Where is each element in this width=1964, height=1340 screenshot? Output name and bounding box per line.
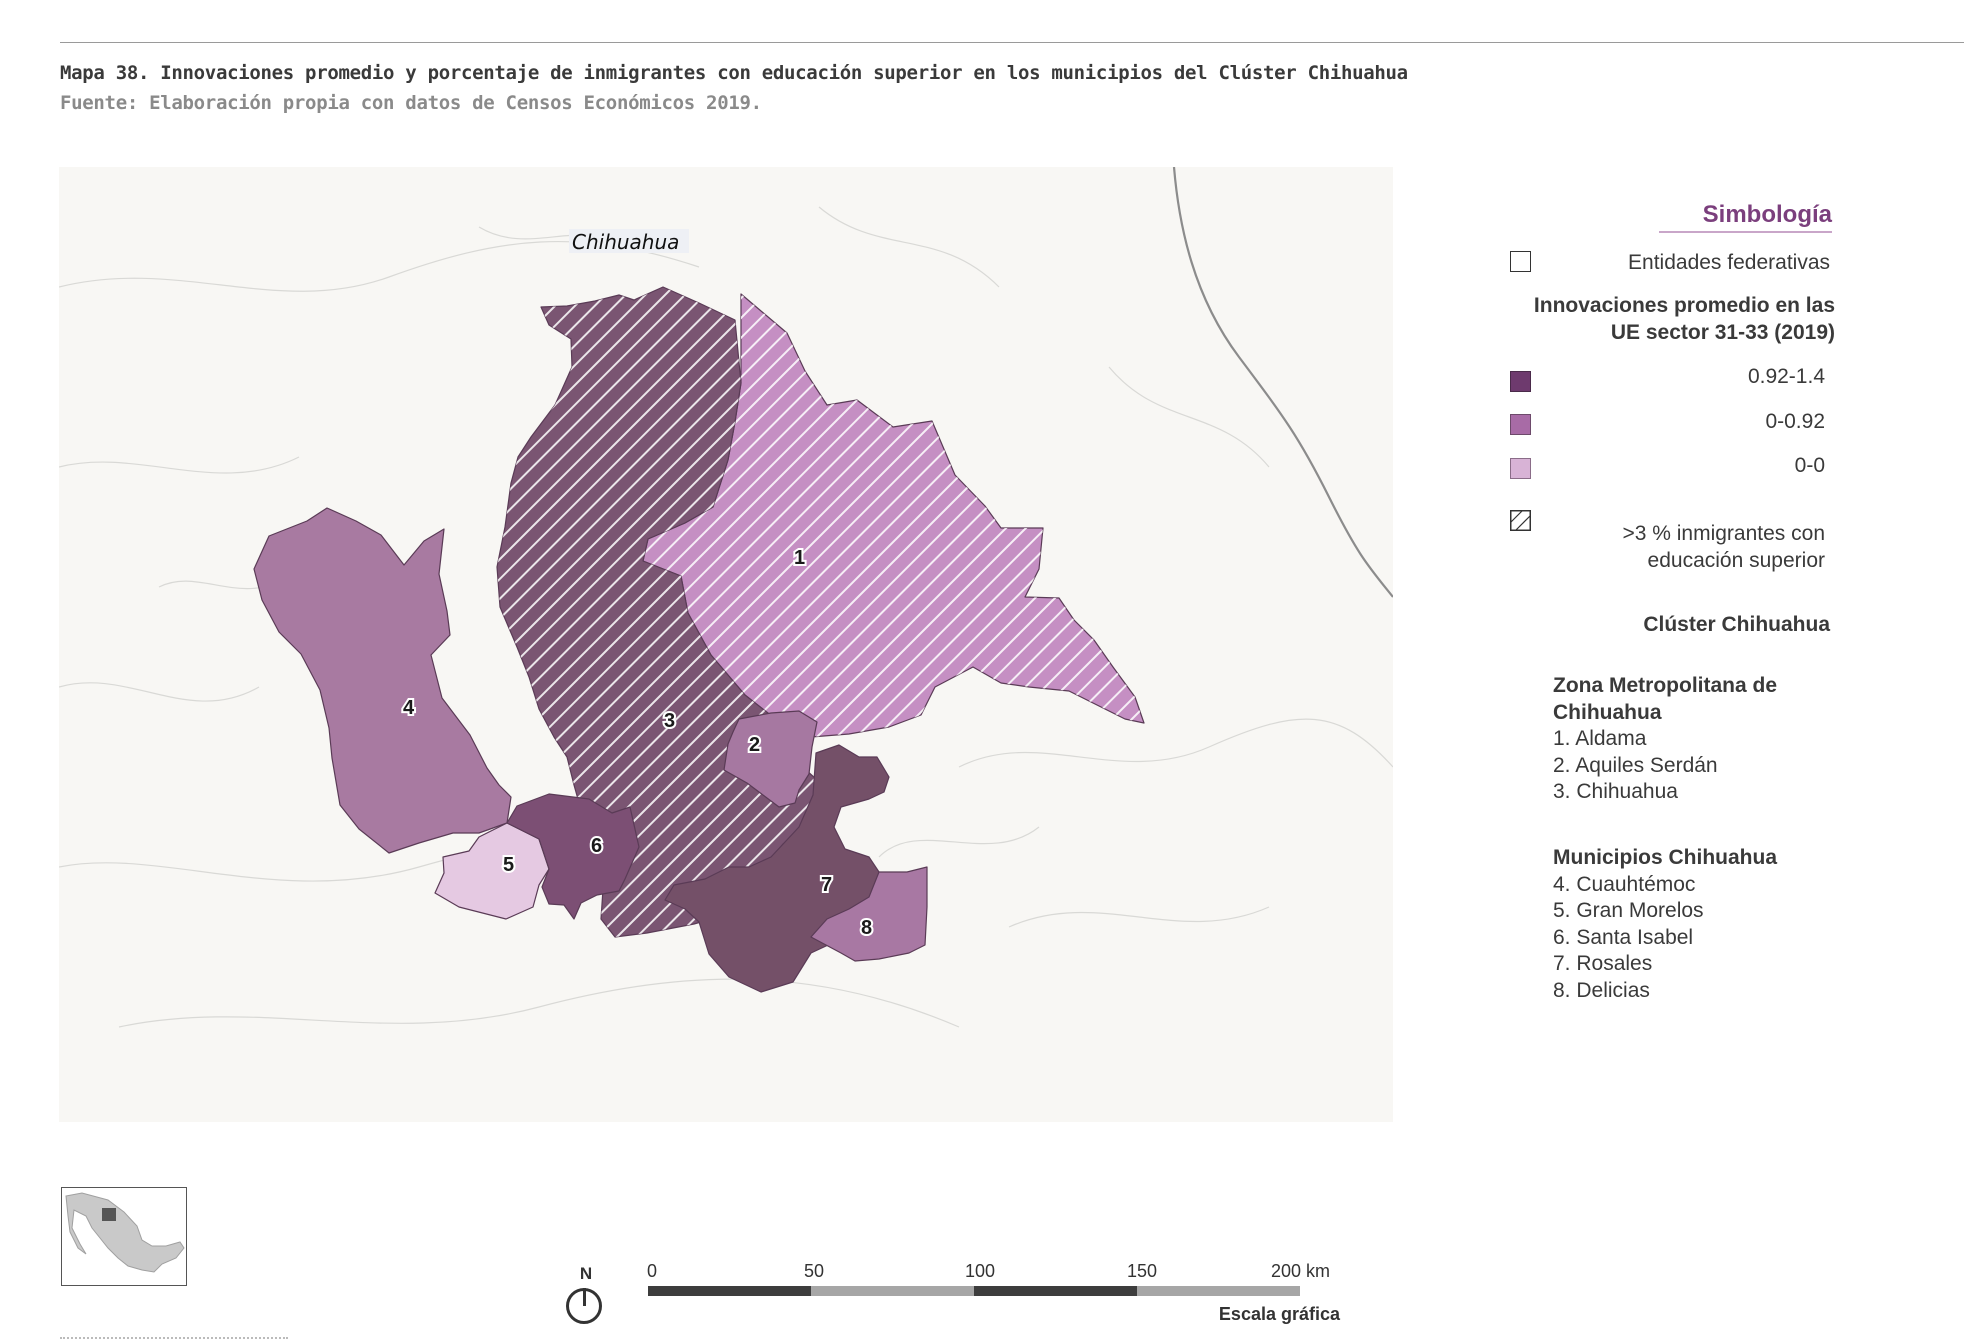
- scale-bar: 0 50 100 150 200 km Escala gráfica: [640, 1258, 1340, 1338]
- scale-tick-100: 100: [965, 1261, 996, 1281]
- map-label-4: 4: [403, 697, 415, 719]
- legend-innovaciones-heading: Innovaciones promedio en las UE sector 3…: [1533, 294, 1835, 344]
- legend-item: 5. Gran Morelos: [1553, 899, 1704, 922]
- scale-tick-50: 50: [804, 1261, 825, 1281]
- scale-tick-0: 0: [647, 1261, 658, 1281]
- scale-tick-200: 200 km: [1271, 1261, 1331, 1281]
- scale-tick-150: 150: [1127, 1261, 1158, 1281]
- legend-swatch-class-3: [1510, 458, 1531, 479]
- legend-item: 1. Aldama: [1553, 727, 1647, 750]
- map-label-6: 6: [591, 835, 602, 857]
- legend-swatch-entidades: [1510, 251, 1531, 272]
- map-title: Mapa 38. Innovaciones promedio y porcent…: [60, 62, 1408, 84]
- scale-segment: [974, 1286, 1137, 1296]
- legend-swatch-hatch: [1510, 510, 1531, 531]
- legend-item: 7. Rosales: [1553, 952, 1653, 975]
- legend-item: 2. Aquiles Serdán: [1553, 753, 1718, 777]
- scale-segment: [1137, 1286, 1300, 1296]
- legend-label-entidades: Entidades federativas: [1628, 251, 1830, 274]
- map-label-7: 7: [821, 874, 832, 896]
- footer-dotted-line: [60, 1337, 288, 1339]
- map-canvas: Chihuahua 1 2 3 4 5 6 7 8: [59, 167, 1393, 1122]
- legend-title: Simbología: [1658, 201, 1832, 233]
- legend-item: 8. Delicias: [1553, 978, 1650, 1002]
- scale-segment: [648, 1286, 811, 1296]
- inset-country-shape: [65, 1192, 185, 1273]
- legend-swatch-class-1: [1510, 371, 1531, 392]
- legend-item: 3. Chihuahua: [1553, 780, 1678, 803]
- legend-group-zm-heading: Zona Metropolitana de Chihuahua: [1553, 674, 1778, 724]
- state-label: Chihuahua: [572, 230, 679, 254]
- scale-caption: Escala gráfica: [1218, 1304, 1340, 1324]
- scale-segment: [811, 1286, 974, 1296]
- inset-locator-map: [61, 1187, 187, 1286]
- map-frame: Chihuahua 1 2 3 4 5 6 7 8: [59, 167, 1393, 1122]
- legend-label-hatch: >3 % inmigrantes con educación superior: [1622, 522, 1825, 572]
- legend-item: 6. Santa Isabel: [1553, 925, 1694, 949]
- legend-label-class-3: 0-0: [1794, 454, 1825, 477]
- inset-mexico-map: [65, 1192, 185, 1273]
- legend-swatch-class-2: [1510, 414, 1531, 435]
- legend-label-class-2: 0-0.92: [1765, 410, 1825, 433]
- legend-label-class-1: 0.92-1.4: [1747, 365, 1825, 388]
- legend-group-zm: Zona Metropolitana de Chihuahua 1. Aldam…: [1553, 673, 1833, 806]
- legend-cluster-heading: Clúster Chihuahua: [1643, 613, 1830, 636]
- top-rule: [60, 42, 1964, 43]
- map-source: Fuente: Elaboración propia con datos de …: [60, 92, 762, 114]
- map-label-2: 2: [749, 734, 760, 756]
- map-label-3: 3: [664, 710, 675, 732]
- map-label-8: 8: [861, 917, 872, 939]
- legend-group-municipios: Municipios Chihuahua 4. Cuauhtémoc 5. Gr…: [1553, 845, 1833, 1004]
- legend-group-municipios-heading: Municipios Chihuahua: [1553, 846, 1777, 869]
- legend-item: 4. Cuauhtémoc: [1553, 872, 1696, 896]
- north-tick-icon: [583, 1288, 586, 1306]
- inset-highlight: [102, 1208, 116, 1221]
- map-label-1: 1: [794, 547, 805, 569]
- map-label-5: 5: [503, 854, 514, 876]
- north-label: N: [579, 1264, 593, 1283]
